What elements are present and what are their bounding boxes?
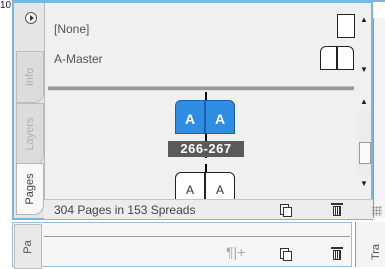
trash-icon[interactable] (330, 202, 344, 216)
panel-top-border (12, 0, 385, 2)
lower-panel-divider (44, 236, 350, 237)
section-divider[interactable] (48, 86, 354, 91)
new-page-icon[interactable] (278, 203, 292, 217)
master-none-label[interactable]: [None] (54, 22, 89, 36)
panel-tab-strip: Info Layers Pages (14, 3, 45, 218)
spread-icon[interactable] (320, 46, 354, 70)
page-267-thumbnail[interactable]: A (205, 100, 235, 134)
pages-scroll-up-button[interactable]: ▲ (357, 96, 371, 108)
lower-trash-icon[interactable] (330, 246, 344, 260)
tab-layers-label: Layers (24, 117, 36, 151)
tab-pages[interactable]: Pages (16, 163, 44, 215)
masters-scroll-down-button[interactable]: ▼ (357, 64, 371, 76)
lower-new-icon[interactable] (278, 247, 292, 261)
tab-info[interactable]: Info (16, 51, 44, 103)
selected-spread-label: 266-267 (168, 141, 244, 157)
pages-scroll-down-button[interactable]: ▼ (357, 178, 371, 190)
next-spread[interactable]: A A (175, 172, 235, 202)
masters-scroll-up-button[interactable]: ▲ (357, 14, 371, 26)
selected-spread[interactable]: A A (175, 100, 235, 134)
next-left-page-thumbnail[interactable]: A (175, 172, 205, 202)
right-panel-tab-label: Tra (370, 243, 383, 261)
tab-pages-label: Pages (24, 173, 36, 205)
single-page-icon[interactable] (337, 14, 355, 38)
tab-info-label: Info (24, 67, 36, 87)
pilcrow-icon[interactable]: ¶|+ (226, 244, 245, 260)
lower-panel (12, 222, 352, 267)
page-count-status: 304 Pages in 153 Spreads (54, 203, 196, 217)
lower-panel-tab[interactable]: Pa (14, 224, 42, 269)
page-266-thumbnail[interactable]: A (175, 100, 205, 134)
pages-scroll-thumb[interactable] (359, 142, 371, 164)
master-a-label[interactable]: A-Master (54, 52, 103, 66)
panel-menu-button[interactable] (25, 12, 37, 24)
next-right-page-thumbnail[interactable]: A (205, 172, 235, 202)
right-panel-tab[interactable]: Tra (355, 222, 385, 267)
background-right-panel (373, 18, 385, 218)
tab-layers[interactable]: Layers (16, 103, 44, 165)
resize-grip-icon[interactable] (372, 206, 382, 216)
lower-panel-tab-label: Pa (22, 239, 34, 254)
